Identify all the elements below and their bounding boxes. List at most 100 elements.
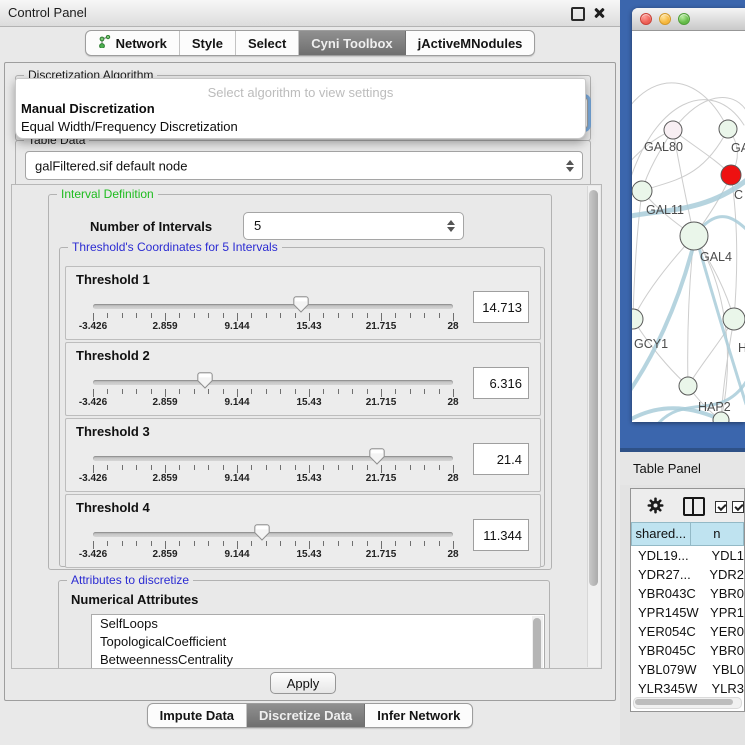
threshold-value-field[interactable]: 6.316 (473, 367, 529, 399)
algorithm-placeholder-item[interactable]: Select algorithm to view settings (16, 85, 585, 100)
network-node-label: GAL11 (646, 203, 684, 217)
screen: Control Panel NetworkStyleSelectCyni Too… (0, 0, 745, 745)
threshold-row: Threshold 1-3.4262.8599.14415.4321.71528… (65, 266, 541, 340)
tab-infer-network[interactable]: Infer Network (365, 704, 472, 727)
gear-icon[interactable] (647, 497, 664, 519)
network-node[interactable] (664, 121, 682, 139)
table-column-header[interactable]: n (691, 522, 744, 546)
slider-tick-label: 2.859 (140, 473, 190, 484)
network-edge[interactable] (702, 217, 745, 231)
slider-track[interactable] (93, 304, 453, 309)
threshold-row: Threshold 2-3.4262.8599.14415.4321.71528… (65, 342, 541, 416)
select-none-checkbox-icon[interactable] (732, 501, 744, 513)
table-row[interactable]: YBR043CYBR0 (631, 584, 744, 603)
network-node[interactable] (719, 120, 737, 138)
tab-impute-data[interactable]: Impute Data (148, 704, 247, 727)
columns-icon[interactable] (683, 497, 705, 516)
zoom-button[interactable] (678, 13, 690, 25)
attribute-list-item[interactable]: SelfLoops (92, 615, 544, 633)
algorithm-option[interactable]: Equal Width/Frequency Discretization (21, 119, 238, 134)
slider-tick-label: 2.859 (140, 397, 190, 408)
slider-track[interactable] (93, 456, 453, 461)
table-hscrollbar[interactable] (633, 697, 742, 709)
close-button[interactable] (640, 13, 652, 25)
minimize-button[interactable] (659, 13, 671, 25)
table-row[interactable]: YBR045CYBR0 (631, 641, 744, 660)
network-node[interactable] (723, 308, 745, 330)
apply-button[interactable]: Apply (270, 672, 336, 694)
slider-tick (367, 313, 368, 318)
slider-track[interactable] (93, 532, 453, 537)
slider-track[interactable] (93, 380, 453, 385)
settings-scrollbar[interactable] (587, 186, 600, 667)
table-row[interactable]: YER054CYER0 (631, 622, 744, 641)
algorithm-option[interactable]: Manual Discretization (21, 101, 155, 116)
slider-tick-label: 21.715 (356, 397, 406, 408)
slider-thumb[interactable] (254, 524, 270, 541)
float-window-icon[interactable] (571, 7, 585, 21)
scrollbar-thumb[interactable] (589, 190, 598, 586)
tab-discretize-data[interactable]: Discretize Data (247, 704, 365, 727)
number-of-intervals-label: Number of Intervals (90, 219, 212, 234)
table-row[interactable]: YDR27...YDR2 (631, 565, 744, 584)
slider-tick (208, 465, 209, 470)
tab-select[interactable]: Select (236, 31, 299, 55)
table-cell: YDL1 (702, 546, 744, 565)
threshold-value-field[interactable]: 11.344 (473, 519, 529, 551)
tab-jactivemnodules[interactable]: jActiveMNodules (406, 31, 535, 55)
slider-tick (424, 465, 425, 470)
slider-tick (410, 465, 411, 470)
tab-network[interactable]: Network (86, 31, 180, 55)
slider-tick (107, 389, 108, 394)
table-row[interactable]: YPR145WYPR1 (631, 603, 744, 622)
network-node-label: GAL4 (700, 250, 732, 264)
slider-tick (179, 389, 180, 394)
table-row[interactable]: YDL19...YDL1 (631, 546, 744, 565)
table-data-combobox[interactable]: galFiltered.sif default node (25, 151, 583, 180)
numerical-attributes-list[interactable]: SelfLoopsTopologicalCoefficientBetweenne… (91, 614, 545, 669)
table-cell: YPR1 (701, 603, 744, 622)
network-canvas[interactable]: GAL80GACGAL11GAL4GCY1HHAP2 (632, 30, 745, 422)
slider-tick-label: -3.426 (68, 473, 118, 484)
tab-cyni-toolbox[interactable]: Cyni Toolbox (299, 31, 405, 55)
network-node[interactable] (679, 377, 697, 395)
threshold-value-field[interactable]: 14.713 (473, 291, 529, 323)
slider-thumb[interactable] (197, 372, 213, 389)
network-node[interactable] (632, 181, 652, 201)
slider-tick (179, 541, 180, 546)
attributes-group: Attributes to discretize Numerical Attri… (58, 580, 550, 669)
network-node[interactable] (680, 222, 708, 250)
close-icon[interactable] (593, 7, 605, 19)
network-node[interactable] (632, 309, 643, 329)
number-of-intervals-spinner[interactable]: 5 (243, 212, 464, 240)
slider-thumb[interactable] (293, 296, 309, 313)
network-node[interactable] (721, 165, 741, 185)
table-cell: YBR0 (701, 584, 744, 603)
slider-tick (179, 313, 180, 318)
slider-tick-label: 28 (428, 549, 478, 560)
select-all-checkbox-icon[interactable] (715, 501, 727, 513)
table-column-header[interactable]: shared... (631, 522, 691, 546)
slider-tick-label: 9.144 (212, 397, 262, 408)
table-row[interactable]: YLR345WYLR3 (631, 679, 744, 697)
slider-tick (381, 389, 382, 397)
table-row[interactable]: YBL079WYBL0 (631, 660, 744, 679)
slider-tick (165, 389, 166, 397)
hscrollbar-thumb[interactable] (635, 699, 733, 705)
attributes-group-label: Attributes to discretize (67, 573, 193, 587)
slider-tick (237, 389, 238, 397)
slider-tick (323, 465, 324, 470)
tab-style[interactable]: Style (180, 31, 236, 55)
slider-tick (107, 313, 108, 318)
threshold-value-field[interactable]: 21.4 (473, 443, 529, 475)
settings-scrollpane: Interval Definition Number of Intervals … (11, 184, 602, 669)
attribute-list-item[interactable]: BetweennessCentrality (92, 651, 544, 669)
network-edge[interactable] (633, 191, 642, 319)
table-cell: YLR345W (631, 679, 702, 697)
panel-title: Control Panel (8, 5, 87, 20)
slider-tick (194, 389, 195, 394)
list-scrollbar[interactable] (532, 616, 543, 669)
slider-thumb[interactable] (369, 448, 385, 465)
slider-tick (280, 313, 281, 318)
attribute-list-item[interactable]: TopologicalCoefficient (92, 633, 544, 651)
